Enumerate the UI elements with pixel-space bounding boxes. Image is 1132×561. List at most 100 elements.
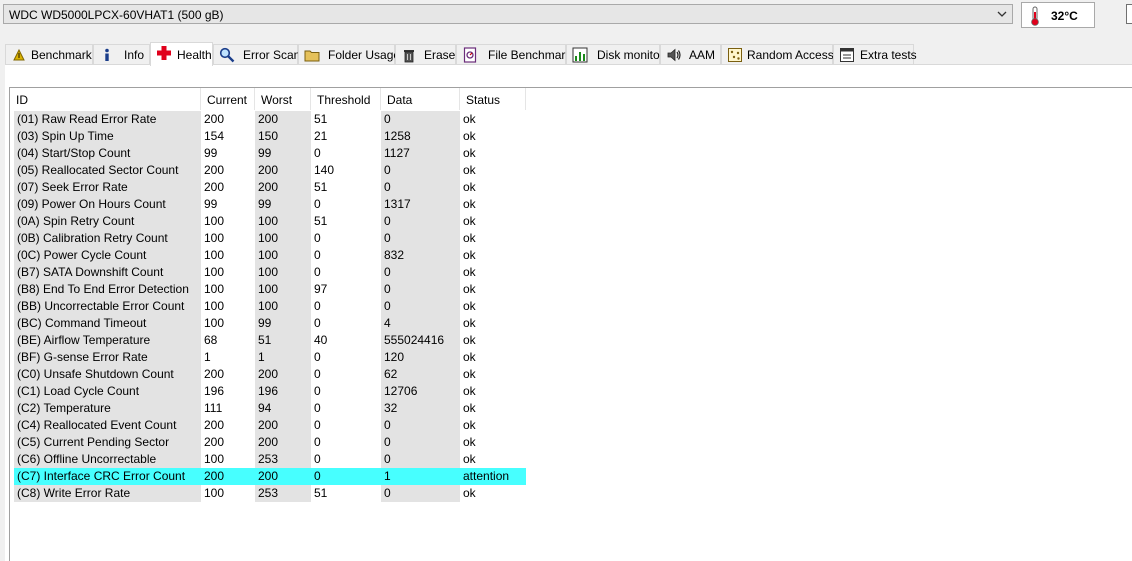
cell-threshold: 140 [314, 163, 335, 177]
cell-current: 100 [204, 248, 225, 262]
table-row[interactable]: (C4) Reallocated Event Count 200 200 0 0 ok [14, 417, 526, 434]
tab-label: Erase [424, 48, 456, 62]
tab-label: Folder Usage [328, 48, 401, 62]
table-row[interactable]: (BE) Airflow Temperature 68 51 40 555024416 o… [14, 332, 526, 349]
thermometer-icon [1031, 6, 1039, 26]
benchmark-icon [13, 48, 25, 61]
cell-current: 100 [204, 231, 225, 245]
tab-info[interactable]: Info [93, 44, 150, 64]
table-row[interactable]: (C8) Write Error Rate 100 253 51 0 ok [14, 485, 526, 502]
table-row[interactable]: (B7) SATA Downshift Count 100 100 0 0 ok [14, 264, 526, 281]
column-header-threshold[interactable]: Threshold [311, 88, 381, 110]
cell-id: (C6) Offline Uncorrectable [14, 451, 201, 468]
disk-select-dropdown[interactable]: WDC WD5000LPCX-60VHAT1 (500 gB) [3, 4, 1013, 24]
chevron-down-icon[interactable] [996, 8, 1008, 20]
table-row[interactable]: (07) Seek Error Rate 200 200 51 0 ok [14, 179, 526, 196]
cell-current: 200 [204, 435, 225, 449]
column-header-worst[interactable]: Worst [255, 88, 311, 110]
cell-id: (01) Raw Read Error Rate [14, 111, 201, 128]
cell-threshold: 0 [314, 350, 321, 364]
cell-worst: 100 [255, 264, 311, 281]
cell-data: 12706 [381, 383, 460, 400]
cell-status: ok [463, 146, 476, 160]
table-row[interactable]: (03) Spin Up Time 154 150 21 1258 ok [14, 128, 526, 145]
tab-extra-tests[interactable]: Extra tests [833, 44, 917, 64]
tab-benchmark[interactable]: Benchmark [5, 44, 93, 64]
tab-label: Benchmark [31, 48, 92, 62]
table-row[interactable]: (0B) Calibration Retry Count 100 100 0 0 ok [14, 230, 526, 247]
cell-worst: 51 [255, 332, 311, 349]
table-row[interactable]: (C0) Unsafe Shutdown Count 200 200 0 62 ok [14, 366, 526, 383]
table-row[interactable]: (B8) End To End Error Detection 100 100 97 0… [14, 281, 526, 298]
tab-disk-monitor[interactable]: Disk monitor [566, 44, 664, 64]
cell-current: 100 [204, 214, 225, 228]
speaker-icon [667, 48, 681, 62]
cell-id: (BE) Airflow Temperature [14, 332, 201, 349]
cell-worst: 150 [255, 128, 311, 145]
table-row[interactable]: (C2) Temperature 111 94 0 32 ok [14, 400, 526, 417]
column-header-id[interactable]: ID [10, 88, 201, 110]
cell-data: 0 [381, 264, 460, 281]
table-row[interactable]: (01) Raw Read Error Rate 200 200 51 0 ok [14, 111, 526, 128]
cell-worst: 99 [255, 145, 311, 162]
cell-id: (03) Spin Up Time [14, 128, 201, 145]
tab-error-scan[interactable]: Error Scan [213, 44, 300, 64]
table-row[interactable]: (0C) Power Cycle Count 100 100 0 832 ok [14, 247, 526, 264]
cell-data: 32 [381, 400, 460, 417]
table-row[interactable]: (BB) Uncorrectable Error Count 100 100 0 0 ok [14, 298, 526, 315]
file-benchmark-icon [463, 47, 477, 63]
cell-data: 0 [381, 451, 460, 468]
cell-data: 4 [381, 315, 460, 332]
tab-erase[interactable]: Erase [395, 44, 456, 64]
tab-file-benchmark[interactable]: File Benchmark [456, 44, 571, 64]
table-row[interactable]: (09) Power On Hours Count 99 99 0 1317 ok [14, 196, 526, 213]
cell-id: (0A) Spin Retry Count [14, 213, 201, 230]
cell-current: 99 [204, 146, 218, 160]
cell-threshold: 0 [314, 146, 321, 160]
cell-status: ok [463, 350, 476, 364]
cell-threshold: 0 [314, 299, 321, 313]
cell-data: 0 [381, 179, 460, 196]
cell-data: 0 [381, 281, 460, 298]
table-row[interactable]: (BC) Command Timeout 100 99 0 4 ok [14, 315, 526, 332]
cell-status: ok [463, 486, 476, 500]
cell-threshold: 0 [314, 418, 321, 432]
table-row[interactable]: (C1) Load Cycle Count 196 196 0 12706 ok [14, 383, 526, 400]
cell-id: (C1) Load Cycle Count [14, 383, 201, 400]
cell-status: attention [460, 468, 526, 485]
cell-current: 100 [204, 282, 225, 296]
table-header: ID Current Worst Threshold Data Status [10, 88, 1132, 110]
cell-id: (B8) End To End Error Detection [14, 281, 201, 298]
table-row[interactable]: (0A) Spin Retry Count 100 100 51 0 ok [14, 213, 526, 230]
cell-threshold: 0 [311, 468, 381, 485]
cell-threshold: 51 [314, 112, 328, 126]
tab-folder-usage[interactable]: Folder Usage [298, 44, 400, 64]
magnifier-icon [219, 47, 235, 63]
table-row[interactable]: (BF) G-sense Error Rate 1 1 0 120 ok [14, 349, 526, 366]
table-row[interactable]: (C5) Current Pending Sector 200 200 0 0 ok [14, 434, 526, 451]
tab-health[interactable]: Health [150, 42, 213, 66]
cell-data: 0 [381, 230, 460, 247]
smart-attributes-table[interactable]: ID Current Worst Threshold Data Status (… [9, 87, 1132, 561]
disk-select-value: WDC WD5000LPCX-60VHAT1 (500 gB) [9, 8, 224, 22]
cell-threshold: 51 [314, 214, 328, 228]
tab-strip: Benchmark Info Health Error Scan Folder … [5, 42, 1132, 66]
cell-status: ok [463, 452, 476, 466]
cell-worst: 99 [255, 196, 311, 213]
tab-label: Disk monitor [597, 48, 664, 62]
table-row[interactable]: (C6) Offline Uncorrectable 100 253 0 0 ok [14, 451, 526, 468]
column-header-current[interactable]: Current [201, 88, 255, 110]
column-header-status[interactable]: Status [460, 88, 526, 110]
cell-current: 200 [204, 418, 225, 432]
toolbar-button-partial[interactable] [1126, 4, 1132, 24]
tab-aam[interactable]: AAM [660, 44, 721, 64]
table-row[interactable]: (C7) Interface CRC Error Count 200 200 0 1 at… [14, 468, 526, 485]
cell-threshold: 0 [314, 197, 321, 211]
table-row[interactable]: (05) Reallocated Sector Count 200 200 140 0 o… [14, 162, 526, 179]
cell-worst: 200 [255, 179, 311, 196]
column-header-data[interactable]: Data [381, 88, 460, 110]
tab-label: Info [124, 48, 145, 62]
tab-random-access[interactable]: Random Access [721, 44, 834, 64]
table-row[interactable]: (04) Start/Stop Count 99 99 0 1127 ok [14, 145, 526, 162]
cell-threshold: 0 [314, 401, 321, 415]
